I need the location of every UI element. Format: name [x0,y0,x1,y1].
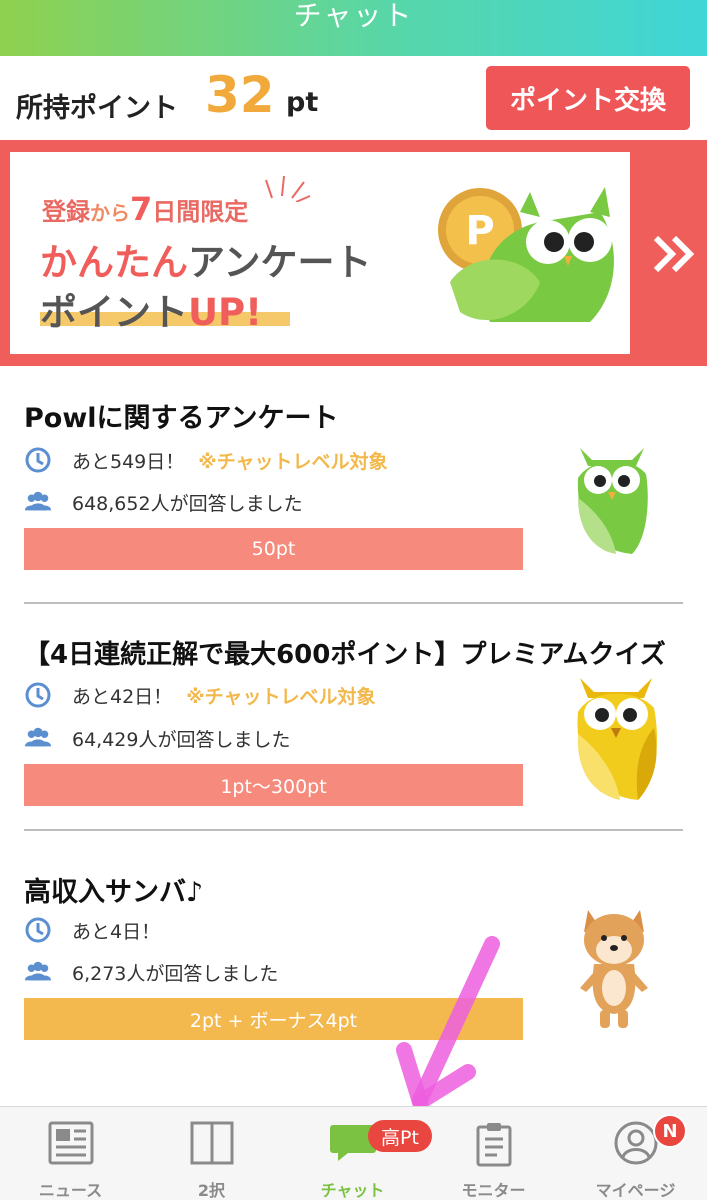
banner-text-limited: 日間限定 [152,198,249,226]
banner-text-up: UP [188,291,246,334]
nav-item-mypage[interactable]: マイページ [564,1107,707,1200]
survey-deadline-row: あと42日！ ※チャットレベル対象 [24,681,375,709]
nav-label-mypage: マイページ [595,1181,676,1200]
survey-deadline-row: あと549日！ ※チャットレベル対象 [24,446,388,474]
banner-limited-text: 登録から7日間限定 [42,190,248,228]
survey-points-button[interactable]: 1pt〜300pt [24,764,523,806]
survey-respondents: 64,429人が回答しました [72,728,291,751]
banner-text-point: ポイント [40,291,188,334]
high-points-badge: 高Pt [368,1120,432,1152]
survey-respondents-row: 64,429人が回答しました [24,724,290,752]
promo-banner[interactable]: 登録から7日間限定 かんたんアンケート ポイントUP! P [0,140,707,366]
survey-card[interactable]: Powlに関するアンケート あと549日！ ※チャットレベル対象 648,652… [0,366,707,604]
survey-deadline: あと549日！ [72,450,185,473]
page-title: チャット [293,0,414,32]
nav-item-news[interactable]: ニュース [0,1107,141,1200]
user-icon [614,1121,657,1165]
card-divider [24,829,683,831]
news-icon [48,1121,93,1165]
banner-text-survey: アンケート [188,241,372,284]
banner-text-registration: 登録 [42,198,90,226]
survey-title: Powlに関するアンケート [24,403,339,434]
survey-level-note: ※チャットレベル対象 [198,450,388,473]
gold-owl-image [577,678,657,800]
nav-item-monitor[interactable]: モニター [423,1107,564,1200]
survey-level-note: ※チャットレベル対象 [186,685,376,708]
annotation-arrow [396,936,500,1110]
banner-headline: かんたんアンケート [40,232,372,286]
survey-title: 【4日連続正解で最大600ポイント】プレミアムクイズ [24,640,666,670]
promo-banner-card[interactable]: 登録から7日間限定 かんたんアンケート ポイントUP! P [10,152,630,354]
survey-deadline-row: あと4日！ [24,916,160,944]
nav-label-monitor: モニター [461,1181,526,1200]
points-bar: 所持ポイント 32 pt ポイント交換 [0,56,707,140]
survey-deadline: あと4日！ [72,920,161,943]
survey-respondents-row: 648,652人が回答しました [24,488,303,516]
points-value: 32 [205,66,275,124]
users-icon [24,958,52,986]
nav-item-two-choice[interactable]: 2択 [141,1107,282,1200]
owl-coin-illustration: P [438,187,614,322]
nav-label-two-choice: 2択 [197,1181,226,1200]
clock-icon [24,446,52,474]
banner-subheadline: ポイントUP! [40,282,262,336]
new-badge: N [653,1114,687,1148]
sparkle-icon [265,175,311,202]
survey-title: 高収入サンバ♪ [24,877,204,908]
point-exchange-button[interactable]: ポイント交換 [486,66,690,130]
points-unit: pt [286,87,319,118]
coin-letter: P [465,208,494,254]
survey-respondents: 6,273人が回答しました [72,962,279,985]
double-chevron-right-icon[interactable] [650,230,698,278]
banner-text-from: から [90,201,130,225]
app-header: チャット [0,0,707,56]
banner-text-days-number: 7 [130,190,153,228]
shiba-dog-image [580,910,648,1028]
survey-card[interactable]: 【4日連続正解で最大600ポイント】プレミアムクイズ あと42日！ ※チャットレ… [0,604,707,840]
banner-text-easy: かんたん [40,241,188,284]
bottom-navigation: ニュース 2択 チャット モニター マイページ [0,1106,707,1200]
survey-respondents: 648,652人が回答しました [72,492,303,515]
survey-points-button[interactable]: 50pt [24,528,523,570]
clock-icon [24,681,52,709]
clock-icon [24,916,52,944]
survey-card[interactable]: 高収入サンバ♪ あと4日！ 6,273人が回答しました 2pt + ボーナス4p… [0,840,707,1076]
green-owl-image [577,448,648,554]
banner-text-exclaim: ! [245,291,263,334]
users-icon [24,724,52,752]
survey-respondents-row: 6,273人が回答しました [24,958,278,986]
points-label: 所持ポイント [16,93,178,124]
two-choice-icon [190,1121,233,1165]
nav-label-news: ニュース [38,1181,103,1200]
survey-deadline: あと42日！ [72,685,173,708]
clipboard-icon [476,1123,511,1167]
next-card-peek [0,1076,707,1106]
users-icon [24,488,52,516]
nav-label-chat: チャット [320,1181,385,1200]
